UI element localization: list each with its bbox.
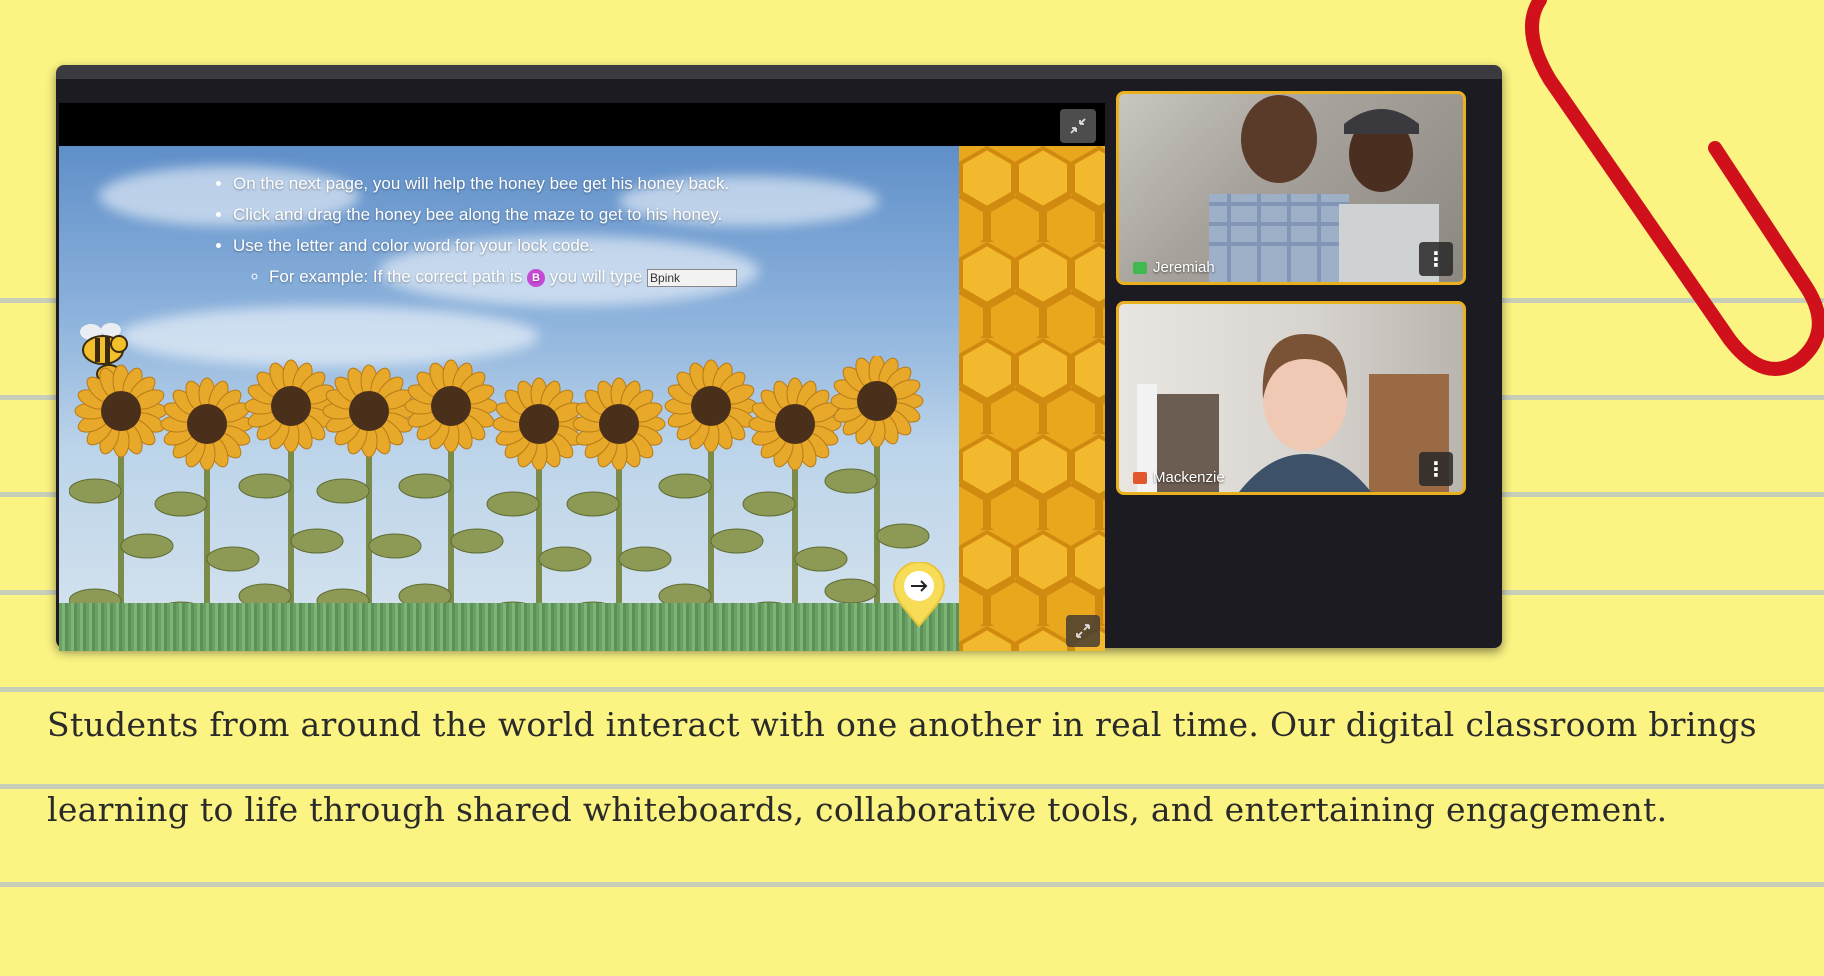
participant-name: Jeremiah	[1153, 259, 1215, 276]
example-middle: you will type	[549, 267, 643, 286]
instruction-item: Use the letter and color word for your l…	[233, 235, 737, 257]
participant-options-button[interactable]: ⋮	[1419, 452, 1453, 486]
grass	[59, 603, 959, 651]
collapse-button[interactable]	[1060, 109, 1096, 143]
shared-slide: On the next page, you will help the hone…	[59, 146, 1105, 651]
slide-instructions: On the next page, you will help the hone…	[215, 173, 738, 297]
letter-badge: B	[526, 268, 545, 287]
ruled-line	[0, 784, 1824, 789]
participant-options-button[interactable]: ⋮	[1419, 242, 1453, 276]
more-vertical-icon: ⋮	[1426, 457, 1446, 481]
participant-video	[1209, 95, 1439, 282]
mic-icon	[1133, 261, 1147, 274]
caption-line: learning to life through shared whiteboa…	[47, 790, 1668, 829]
participant-name-label: Mackenzie	[1133, 469, 1225, 486]
example-prefix: For example: If the correct path is	[269, 267, 523, 286]
ruled-line	[0, 687, 1824, 692]
participant-tile[interactable]: Mackenzie ⋮	[1116, 301, 1466, 495]
screen-share-area: On the next page, you will help the hone…	[59, 103, 1105, 651]
honeycomb	[959, 146, 1105, 651]
more-vertical-icon: ⋮	[1426, 247, 1446, 271]
mic-icon	[1133, 471, 1147, 484]
expand-button[interactable]	[1066, 615, 1100, 647]
example-code-box: Bpink	[647, 268, 738, 287]
instruction-item: On the next page, you will help the hone…	[233, 173, 737, 195]
next-page-button[interactable]	[892, 562, 946, 628]
collapse-icon	[1070, 118, 1086, 134]
ruled-line	[0, 882, 1824, 887]
participant-name: Mackenzie	[1153, 469, 1225, 486]
participant-tile[interactable]: Jeremiah ⋮	[1116, 91, 1466, 285]
instruction-item: Click and drag the honey bee along the m…	[233, 204, 737, 226]
video-conference-window: On the next page, you will help the hone…	[56, 65, 1502, 651]
example-item: For example: If the correct path is B yo…	[269, 266, 738, 288]
expand-icon	[1076, 624, 1090, 638]
participant-name-label: Jeremiah	[1133, 259, 1215, 276]
participant-video	[1137, 334, 1449, 492]
caption-line: Students from around the world interact …	[47, 705, 1757, 744]
paperclip-icon	[1525, 0, 1824, 376]
